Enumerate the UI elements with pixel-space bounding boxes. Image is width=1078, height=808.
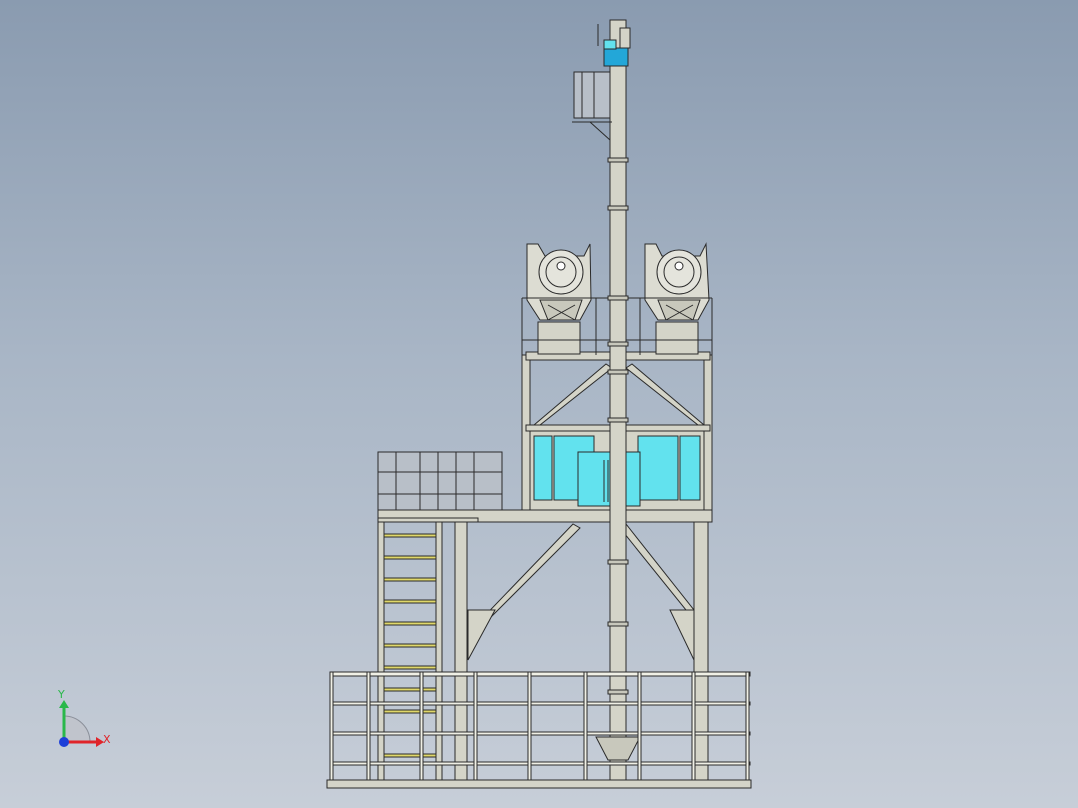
mixer-right-hub [674,261,684,271]
mixer-right-chute [657,299,701,321]
upper-column-right [703,354,713,511]
brace-lower-right [619,523,695,616]
shaft-tube [609,19,627,781]
brace-upper-left [532,363,613,426]
cad-drawing[interactable] [0,0,1078,808]
base-frame [326,779,752,789]
triad-arc [63,715,91,743]
motor-housing [603,47,629,67]
deck-sill [377,517,479,523]
motor-mount [619,27,631,49]
upper-column-left [521,354,531,511]
triad-x-label: X [103,733,111,746]
gusset-right [669,609,695,661]
support-structure [326,351,752,789]
stair-stringer-right [435,521,443,781]
mixer-left-chute [539,299,583,321]
side-platform-railing [377,451,503,511]
mixer-left[interactable] [526,243,592,355]
stair-stringer-left [377,521,385,781]
mixer-left-base [537,321,581,355]
triad-y-label: Y [58,688,65,701]
lower-column-right [693,521,709,781]
coordinate-triad [59,700,104,747]
cad-viewport[interactable]: X Y [0,0,1078,808]
gusset-left [467,609,496,661]
stair-treads [383,533,437,758]
mixer-right[interactable] [644,242,710,355]
mixer-left-hub [556,261,566,271]
gearbox [603,39,617,50]
z-axis-dot [59,737,69,747]
brace-upper-right [625,363,706,426]
shaft-boot-hopper [595,736,641,761]
lower-column-left [454,521,468,781]
top-service-platform [572,71,612,141]
stair-flight[interactable] [377,521,443,781]
control-cabinet[interactable] [577,451,641,507]
glazing-panel-1 [533,435,553,501]
glazing-panel-4 [679,435,701,501]
glazing-panel-3 [637,435,679,501]
mixer-right-base [655,321,699,355]
